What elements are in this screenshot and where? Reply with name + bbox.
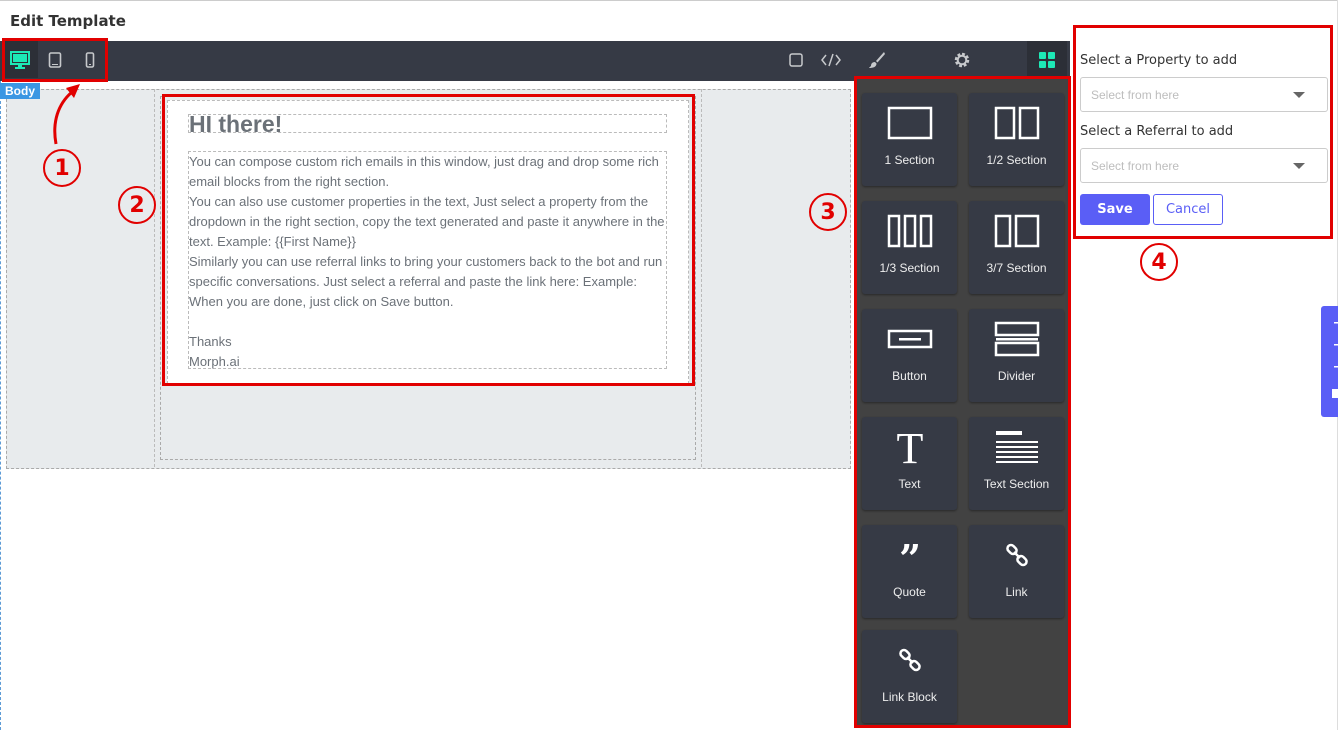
annotation-circle-4: 4 — [1140, 243, 1178, 281]
square-outline-icon — [789, 52, 803, 67]
blocks-button[interactable] — [1027, 41, 1067, 78]
style-manager-button[interactable] — [857, 41, 897, 78]
view-components-button[interactable] — [778, 41, 814, 78]
view-code-button[interactable] — [813, 41, 849, 78]
annotation-circle-1: 1 — [43, 149, 81, 187]
page-title: Edit Template — [10, 12, 126, 30]
side-tab-marks — [1332, 322, 1338, 398]
annotation-box-blocks-panel — [854, 76, 1071, 728]
feedback-side-tab[interactable] — [1321, 306, 1338, 417]
settings-button[interactable] — [942, 41, 982, 78]
gear-icon — [954, 52, 970, 67]
annotation-circle-2: 2 — [118, 186, 156, 224]
code-icon — [821, 53, 841, 66]
body-badge: Body — [0, 83, 40, 99]
grid-icon — [1039, 51, 1055, 68]
panel-toolbar — [855, 41, 1070, 78]
annotation-box-email-editor — [162, 94, 695, 386]
annotation-circle-3: 3 — [809, 193, 847, 231]
annotation-box-device-toggles — [2, 38, 108, 82]
editor-toolbar — [0, 41, 912, 81]
paintbrush-icon — [869, 51, 885, 68]
top-border — [0, 0, 1338, 1]
annotation-arrow-icon — [53, 84, 80, 145]
annotation-box-form — [1073, 25, 1333, 239]
